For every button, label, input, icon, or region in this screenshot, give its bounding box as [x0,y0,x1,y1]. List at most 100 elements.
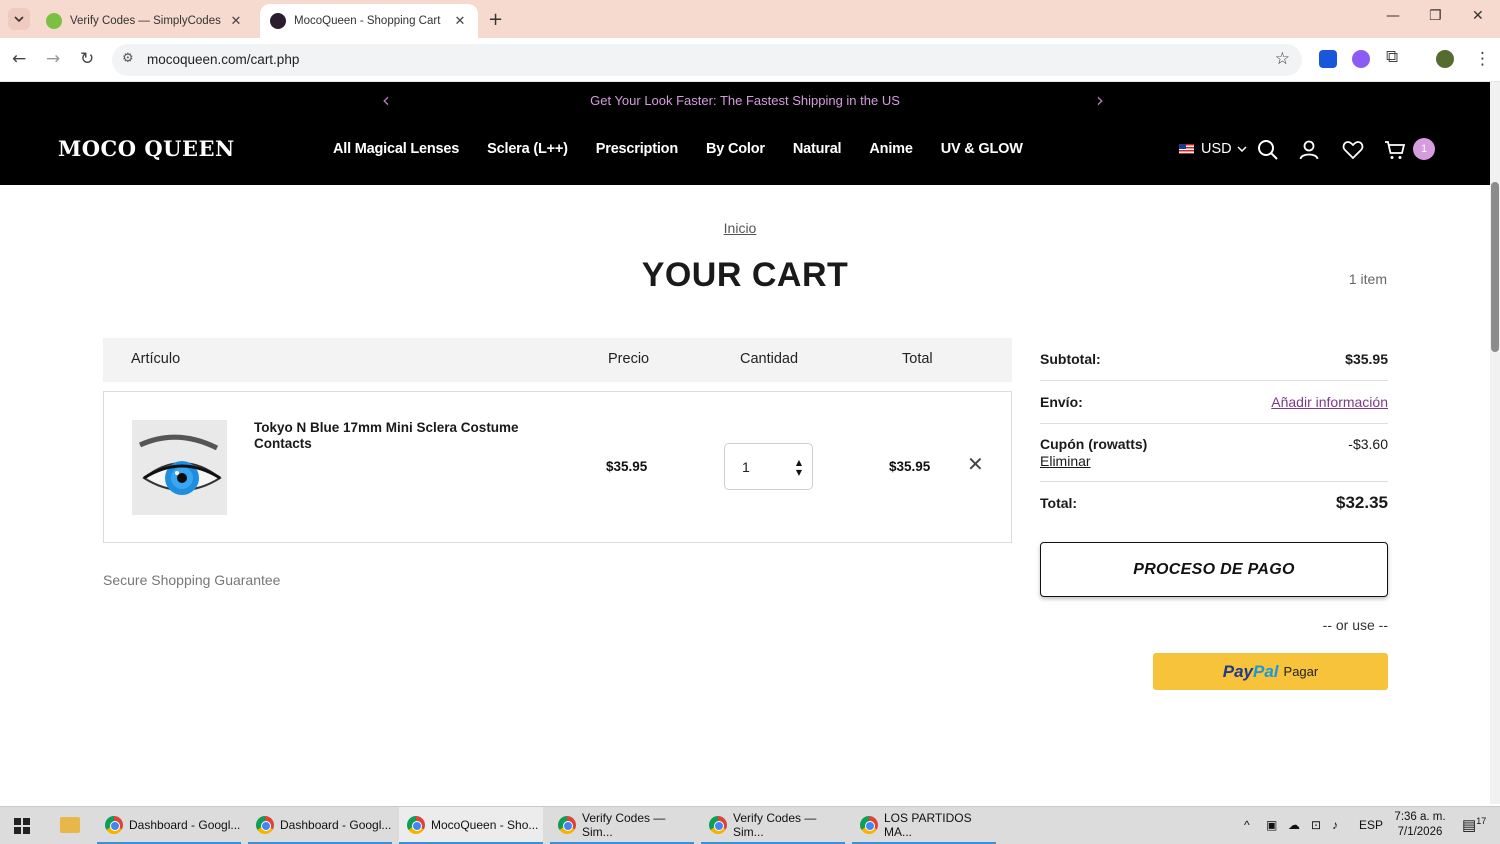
profile-avatar[interactable] [1436,50,1454,68]
windows-start-icon[interactable] [14,818,30,834]
coupon-row: Cupón (rowatts) Eliminar -$3.60 [1040,424,1388,482]
paypal-button[interactable]: Pay Pal Pagar [1153,653,1388,690]
nav-all-magical-lenses[interactable]: All Magical Lenses [333,141,459,157]
taskbar-app-los-partidos[interactable]: LOS PARTIDOS MA... [852,807,996,844]
us-flag-icon [1179,144,1194,154]
tab-verify-codes[interactable]: Verify Codes — SimplyCodes ✕ [36,4,254,38]
browser-tab-bar: Verify Codes — SimplyCodes ✕ MocoQueen -… [0,0,1500,38]
site-info-icon[interactable]: ⚙ [122,51,134,66]
quantity-stepper[interactable]: 1 ▲ ▼ [724,443,813,490]
chevron-down-icon [1237,145,1247,152]
header-total: Total [902,351,933,367]
chrome-icon [860,815,878,834]
blue-eye-image [132,420,227,515]
breadcrumb-home-link[interactable]: Inicio [0,220,1480,236]
menu-dots-icon[interactable]: ⋮ [1474,49,1491,69]
restore-icon[interactable]: ❐ [1429,8,1442,24]
item-price: $35.95 [606,459,648,474]
network-icon[interactable]: ⊡ [1311,818,1321,832]
shipping-label: Envío: [1040,394,1083,410]
simplycodes-favicon-icon [46,13,62,29]
minimize-icon[interactable]: — [1386,8,1400,24]
taskbar-app-dashboard-2[interactable]: Dashboard - Googl... [248,807,392,844]
header-article: Artículo [131,351,181,367]
next-announcement-icon[interactable]: › [1096,88,1104,112]
cart-count-badge[interactable]: 1 [1413,138,1435,160]
nav-natural[interactable]: Natural [793,141,842,157]
wishlist-heart-icon[interactable] [1341,138,1365,162]
system-clock[interactable]: 7:36 a. m. 7/1/2026 [1389,810,1451,840]
file-explorer-icon[interactable] [60,817,80,833]
search-icon[interactable] [1256,138,1280,162]
currency-label: USD [1201,141,1232,157]
add-shipping-info-link[interactable]: Añadir información [1271,394,1388,410]
or-use-text: -- or use -- [1322,617,1388,633]
quantity-decrease-icon[interactable]: ▼ [796,468,802,477]
remove-item-icon[interactable]: ✕ [967,452,984,476]
clock-date: 7/1/2026 [1397,826,1443,838]
close-tab-icon[interactable]: ✕ [452,14,468,29]
announcement-text[interactable]: Get Your Look Faster: The Fastest Shippi… [0,93,1490,108]
nav-by-color[interactable]: By Color [706,141,765,157]
site-logo[interactable]: MOCO QUEEN [58,136,235,161]
input-language[interactable]: ESP [1359,818,1383,832]
address-bar-row: ← → ↻ ⚙ mocoqueen.com/cart.php ☆ ⧉ ⋮ [0,38,1500,82]
quantity-input[interactable]: 1 [742,459,750,475]
taskbar-app-label: LOS PARTIDOS MA... [884,810,972,839]
forward-icon[interactable]: → [46,49,60,69]
taskbar-app-verify-codes-1[interactable]: Verify Codes — Sim... [550,807,694,844]
tray-app-icon[interactable]: ▣ [1266,818,1277,832]
new-tab-icon[interactable]: + [488,9,503,30]
notification-count: 17 [1476,816,1487,826]
tab-title: Verify Codes — SimplyCodes [70,15,221,27]
tab-search-button[interactable] [8,8,30,30]
url-text[interactable]: mocoqueen.com/cart.php [147,52,299,67]
taskbar-app-label: Dashboard - Googl... [280,817,392,832]
chrome-icon [407,815,425,834]
currency-selector[interactable]: USD [1179,141,1247,157]
checkout-button[interactable]: PROCESO DE PAGO [1040,542,1388,597]
clock-time: 7:36 a. m. [1394,811,1446,823]
omnibox[interactable]: ⚙ mocoqueen.com/cart.php ☆ [112,44,1302,76]
nav-uv-glow[interactable]: UV & GLOW [941,141,1023,157]
nav-prescription[interactable]: Prescription [596,141,678,157]
paypal-logo-pal: Pal [1253,661,1279,681]
taskbar-app-mocoqueen[interactable]: MocoQueen - Sho... [399,807,543,844]
notifications-icon[interactable]: ▤17 [1462,816,1486,834]
quantity-increase-icon[interactable]: ▲ [796,458,802,467]
purple-extension-icon[interactable] [1352,50,1370,68]
cart-icon[interactable] [1383,138,1407,162]
product-name-link[interactable]: Tokyo N Blue 17mm Mini Sclera Costume Co… [254,420,554,452]
taskbar-app-verify-codes-2[interactable]: Verify Codes — Sim... [701,807,845,844]
subtotal-value: $35.95 [1345,351,1388,367]
tray-chevron-up-icon[interactable]: ^ [1244,818,1250,832]
secure-shopping-text: Secure Shopping Guarantee [103,572,281,588]
total-label: Total: [1040,495,1078,511]
bookmark-star-icon[interactable]: ☆ [1275,49,1290,69]
window-close-icon[interactable]: ✕ [1472,8,1484,24]
chrome-icon [105,815,123,834]
reload-icon[interactable]: ↻ [80,49,94,69]
header-quantity: Cantidad [740,351,799,367]
onedrive-cloud-icon[interactable]: ☁ [1288,818,1300,832]
close-tab-icon[interactable]: ✕ [228,14,244,29]
extensions-puzzle-icon[interactable]: ⧉ [1386,47,1398,67]
scrollbar-thumb[interactable] [1491,182,1499,352]
product-thumbnail[interactable] [132,420,227,515]
taskbar-app-dashboard-1[interactable]: Dashboard - Googl... [97,807,241,844]
main-nav: All Magical Lenses Sclera (L++) Prescrip… [333,141,1051,157]
cart-table-header: Artículo Precio Cantidad Total [103,338,1012,382]
nav-sclera[interactable]: Sclera (L++) [487,141,568,157]
tab-title: MocoQueen - Shopping Cart [294,15,441,27]
volume-icon[interactable]: ♪ [1332,818,1338,832]
shield-extension-icon[interactable] [1319,50,1337,68]
tab-mocoqueen[interactable]: MocoQueen - Shopping Cart ✕ [260,4,478,38]
remove-coupon-link[interactable]: Eliminar [1040,453,1091,469]
page-scrollbar[interactable] [1490,82,1500,804]
nav-anime[interactable]: Anime [869,141,913,157]
shipping-row: Envío: Añadir información [1040,381,1388,424]
chrome-icon [256,815,274,834]
coupon-label: Cupón (rowatts) [1040,436,1148,452]
account-icon[interactable] [1297,138,1321,162]
back-icon[interactable]: ← [12,49,26,69]
